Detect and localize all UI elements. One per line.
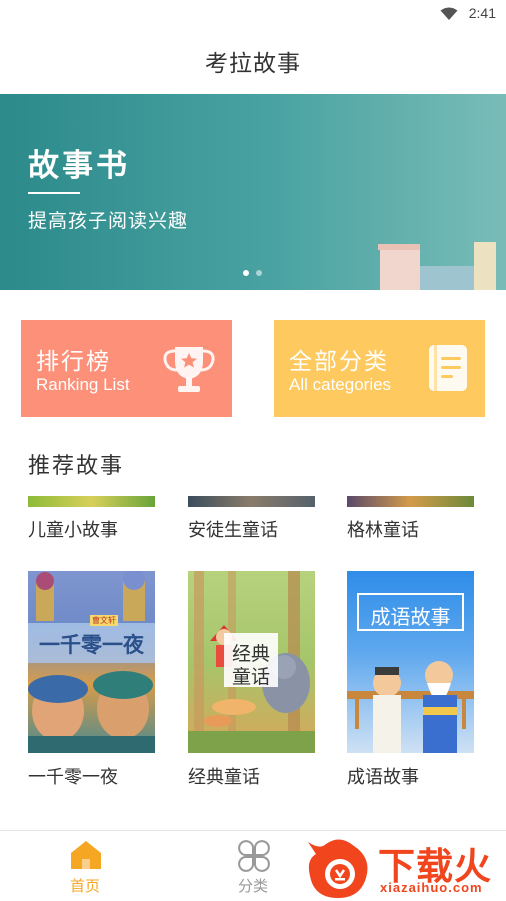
- status-bar: 2:41: [0, 0, 506, 28]
- status-time: 2:41: [468, 5, 496, 21]
- category-icon: [238, 840, 270, 872]
- categories-card-subtitle: All categories: [289, 375, 392, 394]
- story-item[interactable]: 安徒生童话: [188, 496, 315, 546]
- page-title: 考拉故事: [205, 51, 301, 77]
- tab-categories[interactable]: 分类: [198, 831, 308, 901]
- categories-card-title: 全部分类: [289, 349, 389, 375]
- story-cover: [28, 496, 155, 507]
- carousel-dot[interactable]: [256, 270, 262, 276]
- story-cover: 经典 童话: [188, 571, 315, 753]
- story-label: 儿童小故事: [28, 520, 118, 541]
- ranking-card-subtitle: Ranking List: [36, 375, 130, 394]
- banner-subtitle: 提高孩子阅读兴趣: [28, 210, 189, 232]
- cover-title-text: 童话: [231, 666, 270, 688]
- banner-book-illustration: [474, 242, 496, 290]
- story-item[interactable]: 成语故事 成语故事: [347, 571, 474, 791]
- wifi-icon: [440, 7, 458, 20]
- ranking-card[interactable]: 排行榜 Ranking List: [21, 320, 232, 417]
- tab-home[interactable]: 首页: [30, 831, 140, 901]
- carousel-dot-active[interactable]: [243, 270, 249, 276]
- story-item[interactable]: 经典 童话 经典童话: [188, 571, 315, 791]
- app-header: 考拉故事: [0, 28, 506, 94]
- flame-logo-icon: [308, 839, 368, 898]
- banner-book-illustration: [420, 266, 474, 290]
- cover-illustration: [28, 571, 155, 753]
- watermark-logo: 下载火 xiazaihuo.com: [300, 836, 506, 900]
- story-cover: [347, 496, 474, 507]
- tab-home-label: 首页: [69, 877, 100, 895]
- cover-title-text: 成语故事: [370, 605, 451, 629]
- banner-book-illustration: [380, 244, 420, 290]
- cover-title-text: 一千零一夜: [39, 633, 144, 657]
- ranking-card-title: 排行榜: [36, 349, 111, 375]
- story-label: 成语故事: [347, 767, 419, 788]
- categories-card[interactable]: 全部分类 All categories: [274, 320, 485, 417]
- cover-small-text: 曹文轩: [90, 615, 118, 626]
- banner-book-illustration: [378, 244, 420, 250]
- section-title-recommended: 推荐故事: [28, 454, 125, 479]
- story-item[interactable]: 儿童小故事: [28, 496, 155, 546]
- story-label: 格林童话: [347, 520, 419, 541]
- story-label: 经典童话: [188, 767, 260, 788]
- trophy-icon: [163, 347, 215, 392]
- cover-title-box: 成语故事: [357, 593, 464, 631]
- story-cover: 曹文轩 一千零一夜: [28, 571, 155, 753]
- home-icon: [71, 841, 101, 869]
- tab-categories-label: 分类: [237, 877, 268, 895]
- story-item[interactable]: 曹文轩 一千零一夜 一千零一夜: [28, 571, 155, 791]
- watermark-url: xiazaihuo.com: [380, 880, 483, 895]
- banner-carousel[interactable]: 故事书 提高孩子阅读兴趣: [0, 94, 506, 290]
- banner-title: 故事书: [28, 148, 130, 184]
- cover-title-box: 经典 童话: [224, 633, 278, 688]
- book-icon: [429, 345, 467, 391]
- story-item[interactable]: 格林童话: [347, 496, 474, 546]
- story-label: 安徒生童话: [188, 520, 278, 541]
- story-cover: [188, 496, 315, 507]
- story-label: 一千零一夜: [28, 767, 118, 788]
- story-cover: 成语故事: [347, 571, 474, 753]
- banner-divider: [28, 192, 80, 194]
